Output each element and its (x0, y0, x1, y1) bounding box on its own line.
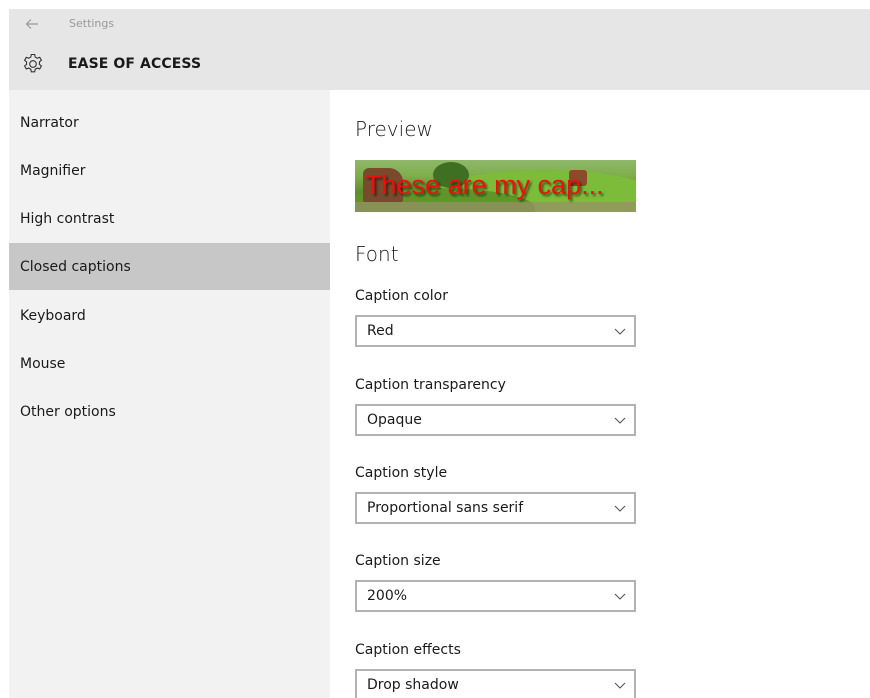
title-bar: Settings (9, 9, 870, 39)
settings-window: Settings EASE OF ACCESS Narrator Magnifi… (9, 9, 870, 698)
chevron-down-icon (614, 593, 626, 600)
caption-effects-dropdown[interactable]: Drop shadow (355, 669, 636, 698)
caption-style-dropdown[interactable]: Proportional sans serif (355, 492, 636, 524)
caption-color-label: Caption color (355, 288, 448, 304)
sidebar-item-high-contrast[interactable]: High contrast (9, 195, 330, 242)
chevron-down-icon (614, 328, 626, 335)
caption-transparency-dropdown[interactable]: Opaque (355, 404, 636, 436)
gear-icon (23, 53, 43, 73)
caption-color-dropdown[interactable]: Red (355, 315, 636, 347)
font-heading: Font (355, 242, 399, 266)
caption-style-value: Proportional sans serif (367, 500, 524, 516)
caption-size-label: Caption size (355, 553, 441, 569)
caption-effects-label: Caption effects (355, 642, 461, 658)
page-title: EASE OF ACCESS (68, 56, 202, 72)
caption-transparency-label: Caption transparency (355, 377, 506, 393)
preview-heading: Preview (355, 117, 433, 141)
back-button[interactable] (19, 14, 45, 34)
caption-size-value: 200% (367, 588, 408, 604)
preview-caption-text: These are my cap... (365, 170, 604, 200)
chevron-down-icon (614, 682, 626, 689)
caption-size-dropdown[interactable]: 200% (355, 580, 636, 612)
window-title: Settings (69, 17, 115, 30)
chevron-down-icon (614, 505, 626, 512)
sidebar-item-other-options[interactable]: Other options (9, 388, 330, 435)
caption-transparency-value: Opaque (367, 412, 422, 428)
page-header: EASE OF ACCESS (9, 39, 870, 90)
sidebar-item-keyboard[interactable]: Keyboard (9, 292, 330, 339)
caption-effects-value: Drop shadow (367, 677, 459, 693)
chevron-down-icon (614, 417, 626, 424)
main-content: Preview These are my cap... Font Caption… (330, 90, 870, 698)
caption-style-label: Caption style (355, 465, 448, 481)
sidebar-item-mouse[interactable]: Mouse (9, 340, 330, 387)
sidebar-item-narrator[interactable]: Narrator (9, 99, 330, 146)
sidebar-item-magnifier[interactable]: Magnifier (9, 147, 330, 194)
caption-preview: These are my cap... (355, 160, 636, 212)
sidebar-item-closed-captions[interactable]: Closed captions (9, 243, 330, 290)
back-arrow-icon (25, 19, 38, 29)
caption-color-value: Red (367, 323, 394, 339)
sidebar: Narrator Magnifier High contrast Closed … (9, 90, 330, 698)
